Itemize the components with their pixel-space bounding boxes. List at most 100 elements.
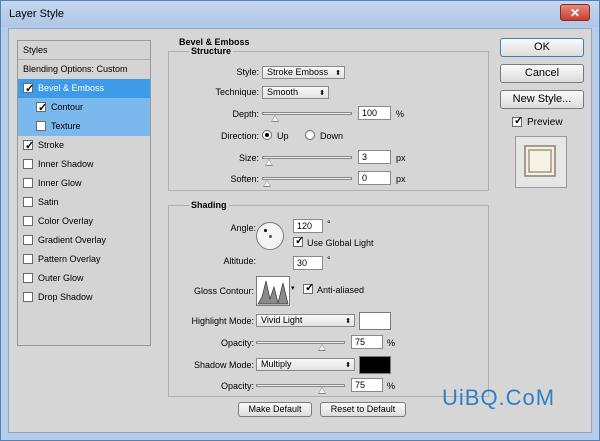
style-item-label: Texture xyxy=(51,121,81,131)
altitude-input[interactable]: 30 xyxy=(293,256,323,270)
technique-dropdown[interactable]: Smooth ⬍ xyxy=(262,86,329,99)
depth-input[interactable]: 100 xyxy=(358,106,391,120)
style-item-color-overlay[interactable]: Color Overlay xyxy=(18,212,150,231)
highlight-mode-value: Vivid Light xyxy=(261,315,303,325)
style-item-label: Outer Glow xyxy=(38,273,84,283)
depth-slider-thumb[interactable] xyxy=(271,115,280,122)
checkmark-icon: ✓ xyxy=(38,102,48,114)
anti-aliased-checkbox[interactable]: ✓ xyxy=(303,282,315,294)
updown-arrow-icon: ⬍ xyxy=(319,90,325,97)
style-item-checkbox[interactable] xyxy=(23,178,33,188)
style-item-inner-shadow[interactable]: Inner Shadow xyxy=(18,155,150,174)
style-item-blending-options-custom[interactable]: Blending Options: Custom xyxy=(18,60,150,79)
highlight-opacity-label: Opacity: xyxy=(220,338,254,348)
altitude-unit: ° xyxy=(327,255,331,265)
size-slider-thumb[interactable] xyxy=(264,159,273,166)
soften-slider-thumb[interactable] xyxy=(263,180,271,187)
use-global-light-checkbox[interactable]: ✓ xyxy=(293,235,305,247)
style-item-stroke[interactable]: ✓ Stroke xyxy=(18,136,150,155)
angle-input[interactable]: 120 xyxy=(293,219,323,233)
style-item-label: Drop Shadow xyxy=(38,292,93,302)
angle-dial-center xyxy=(269,235,272,238)
make-default-button[interactable]: Make Default xyxy=(238,402,312,417)
soften-input[interactable]: 0 xyxy=(358,171,391,185)
preview-label[interactable]: Preview xyxy=(527,117,563,128)
shadow-mode-dropdown[interactable]: Multiply ⬍ xyxy=(256,358,355,371)
gloss-contour-curve-icon xyxy=(257,280,289,305)
style-item-checkbox[interactable] xyxy=(23,273,33,283)
highlight-opacity-input[interactable]: 75 xyxy=(351,335,383,349)
style-item-checkbox[interactable]: ✓ xyxy=(36,102,47,114)
checkmark-icon: ✓ xyxy=(305,282,315,294)
checkmark-icon: ✓ xyxy=(295,235,305,247)
shadow-color-swatch[interactable] xyxy=(359,356,391,374)
angle-unit: ° xyxy=(327,219,331,229)
highlight-opacity-unit: % xyxy=(387,338,396,348)
preview-checkbox[interactable]: ✓ xyxy=(512,115,523,127)
style-item-checkbox[interactable] xyxy=(36,121,46,131)
direction-up-label[interactable]: Up xyxy=(277,131,289,141)
depth-label: Depth: xyxy=(232,109,259,119)
style-item-checkbox[interactable] xyxy=(23,235,33,245)
direction-down-label[interactable]: Down xyxy=(320,131,343,141)
style-item-checkbox[interactable] xyxy=(23,216,33,226)
window-title: Layer Style xyxy=(9,8,65,20)
title-bar[interactable]: Layer Style ✕ xyxy=(1,1,599,27)
soften-slider[interactable] xyxy=(262,177,352,187)
style-item-checkbox[interactable]: ✓ xyxy=(23,140,34,152)
close-button[interactable]: ✕ xyxy=(560,4,590,21)
highlight-color-swatch[interactable] xyxy=(359,312,391,330)
gloss-contour-label: Gloss Contour: xyxy=(193,286,254,296)
cancel-button[interactable]: Cancel xyxy=(500,64,584,83)
shadow-opacity-slider-thumb[interactable] xyxy=(317,387,326,394)
style-item-checkbox[interactable] xyxy=(23,254,33,264)
gloss-contour-picker[interactable] xyxy=(256,276,290,306)
style-item-outer-glow[interactable]: Outer Glow xyxy=(18,269,150,288)
style-item-gradient-overlay[interactable]: Gradient Overlay xyxy=(18,231,150,250)
shadow-mode-value: Multiply xyxy=(261,359,292,369)
size-input[interactable]: 3 xyxy=(358,150,391,164)
style-item-pattern-overlay[interactable]: Pattern Overlay xyxy=(18,250,150,269)
style-dropdown[interactable]: Stroke Emboss ⬍ xyxy=(262,66,345,79)
style-item-label: Contour xyxy=(51,102,84,112)
anti-aliased-label[interactable]: Anti-aliased xyxy=(317,285,364,295)
direction-label: Direction: xyxy=(220,131,259,141)
style-item-contour[interactable]: ✓ Contour xyxy=(18,98,150,117)
style-item-drop-shadow[interactable]: Drop Shadow xyxy=(18,288,150,307)
direction-up-radio[interactable] xyxy=(262,130,272,140)
highlight-opacity-slider-thumb[interactable] xyxy=(317,344,326,351)
shadow-opacity-slider[interactable] xyxy=(256,384,345,394)
gloss-contour-dropdown-arrow-icon[interactable]: ▾ xyxy=(291,284,295,292)
style-item-checkbox[interactable] xyxy=(23,159,33,169)
bevel-emboss-panel: Bevel & Emboss Structure Style: Stroke E… xyxy=(159,37,489,423)
size-slider[interactable] xyxy=(262,156,352,166)
highlight-mode-dropdown[interactable]: Vivid Light ⬍ xyxy=(256,314,355,327)
style-item-checkbox[interactable]: ✓ xyxy=(23,83,34,95)
size-unit: px xyxy=(396,153,406,163)
shadow-opacity-label: Opacity: xyxy=(220,381,254,391)
style-preview-thumbnail xyxy=(515,136,567,188)
styles-header[interactable]: Styles xyxy=(18,41,150,60)
shadow-mode-label: Shadow Mode: xyxy=(193,360,254,370)
use-global-light-label[interactable]: Use Global Light xyxy=(307,238,374,248)
style-item-satin[interactable]: Satin xyxy=(18,193,150,212)
highlight-opacity-slider[interactable] xyxy=(256,341,345,351)
reset-to-default-button[interactable]: Reset to Default xyxy=(320,402,406,417)
shadow-opacity-input[interactable]: 75 xyxy=(351,378,383,392)
style-item-texture[interactable]: Texture xyxy=(18,117,150,136)
style-item-label: Inner Shadow xyxy=(38,159,94,169)
direction-down-radio[interactable] xyxy=(305,130,315,140)
updown-arrow-icon: ⬍ xyxy=(345,318,351,325)
depth-slider[interactable] xyxy=(262,112,352,122)
style-item-bevel-emboss[interactable]: ✓ Bevel & Emboss xyxy=(18,79,150,98)
style-item-label: Gradient Overlay xyxy=(38,235,107,245)
style-item-label: Bevel & Emboss xyxy=(38,83,105,93)
new-style-button[interactable]: New Style... xyxy=(500,90,584,109)
style-item-checkbox[interactable] xyxy=(23,197,33,207)
angle-dial[interactable] xyxy=(256,222,284,250)
style-item-label: Pattern Overlay xyxy=(38,254,101,264)
ok-button[interactable]: OK xyxy=(500,38,584,57)
style-item-checkbox[interactable] xyxy=(23,292,33,302)
style-item-inner-glow[interactable]: Inner Glow xyxy=(18,174,150,193)
layer-style-dialog: Layer Style ✕ Styles Blending Options: C… xyxy=(0,0,600,441)
